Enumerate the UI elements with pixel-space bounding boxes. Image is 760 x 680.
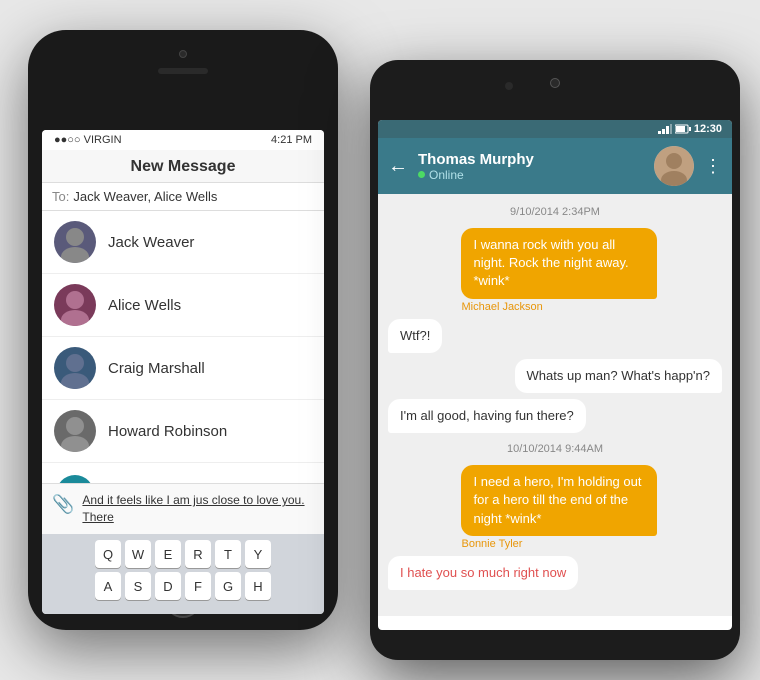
online-dot bbox=[418, 171, 425, 178]
chat-area: 9/10/2014 2:34PM I wanna rock with you a… bbox=[378, 194, 732, 616]
android-camera bbox=[550, 78, 560, 88]
android-status-bar: 12:30 bbox=[378, 120, 732, 138]
contact-item-craig[interactable]: Craig Marshall bbox=[42, 337, 324, 400]
iphone-nav-title: New Message bbox=[42, 150, 324, 183]
chat-date-1: 9/10/2014 2:34PM bbox=[388, 206, 722, 218]
attachment-icon[interactable]: 📎 bbox=[52, 492, 74, 515]
iphone-screen: ●●○○ VIRGIN 4:21 PM New Message To: Jack… bbox=[42, 130, 324, 614]
contact-info: Thomas Murphy Online bbox=[418, 151, 644, 182]
android-screen: 12:30 ← Thomas Murphy Online ⋮ 9/10/2014… bbox=[378, 120, 732, 630]
iphone-camera bbox=[179, 50, 187, 58]
msg-5: I need a hero, I'm holding out for a her… bbox=[461, 465, 722, 550]
key-t[interactable]: T bbox=[215, 540, 241, 568]
msg-bubble-5: I need a hero, I'm holding out for a her… bbox=[461, 465, 656, 536]
msg-bubble-2: Wtf?! bbox=[388, 319, 442, 353]
keyboard-row-2: A S D F G H bbox=[46, 572, 320, 600]
iphone-status-bar: ●●○○ VIRGIN 4:21 PM bbox=[42, 130, 324, 150]
iphone-time: 4:21 PM bbox=[271, 134, 312, 146]
avatar-craig bbox=[54, 347, 96, 389]
keyboard-row-1: Q W E R T Y bbox=[46, 540, 320, 568]
key-h[interactable]: H bbox=[245, 572, 271, 600]
key-g[interactable]: G bbox=[215, 572, 241, 600]
android-contact-status: Online bbox=[418, 168, 644, 182]
chat-date-2: 10/10/2014 9:44AM bbox=[388, 443, 722, 455]
contact-name-alice: Alice Wells bbox=[108, 297, 181, 314]
iphone-device: ●●○○ VIRGIN 4:21 PM New Message To: Jack… bbox=[28, 30, 338, 630]
key-e[interactable]: E bbox=[155, 540, 181, 568]
iphone-carrier: ●●○○ VIRGIN bbox=[54, 134, 122, 146]
contact-item-alice[interactable]: Alice Wells bbox=[42, 274, 324, 337]
keyboard[interactable]: Q W E R T Y A S D F G H bbox=[42, 534, 324, 614]
menu-icon[interactable]: ⋮ bbox=[704, 156, 722, 177]
msg-bubble-1: I wanna rock with you all night. Rock th… bbox=[461, 228, 656, 299]
android-time: 12:30 bbox=[694, 123, 722, 135]
key-w[interactable]: W bbox=[125, 540, 151, 568]
avatar-alice bbox=[54, 284, 96, 326]
android-speaker bbox=[505, 82, 513, 90]
msg-sender-5: Bonnie Tyler bbox=[461, 538, 722, 550]
contact-item-howard[interactable]: Howard Robinson bbox=[42, 400, 324, 463]
key-y[interactable]: Y bbox=[245, 540, 271, 568]
android-avatar bbox=[654, 146, 694, 186]
avatar-howard bbox=[54, 410, 96, 452]
to-value: Jack Weaver, Alice Wells bbox=[73, 189, 217, 204]
contact-list: Jack Weaver Alice Wells Craig Marshall H… bbox=[42, 211, 324, 526]
battery-icon bbox=[675, 124, 691, 134]
iphone-to-bar[interactable]: To: Jack Weaver, Alice Wells bbox=[42, 183, 324, 211]
key-f[interactable]: F bbox=[185, 572, 211, 600]
key-r[interactable]: R bbox=[185, 540, 211, 568]
compose-area[interactable]: 📎 And it feels like I am jus close to lo… bbox=[42, 483, 324, 534]
contact-name-jack: Jack Weaver bbox=[108, 234, 194, 251]
contact-item-jack[interactable]: Jack Weaver bbox=[42, 211, 324, 274]
msg-bubble-3: Whats up man? What's happ'n? bbox=[515, 359, 722, 393]
key-s[interactable]: S bbox=[125, 572, 151, 600]
msg-1: I wanna rock with you all night. Rock th… bbox=[461, 228, 722, 313]
key-q[interactable]: Q bbox=[95, 540, 121, 568]
back-button[interactable]: ← bbox=[388, 155, 408, 178]
android-device: 12:30 ← Thomas Murphy Online ⋮ 9/10/2014… bbox=[370, 60, 740, 660]
msg-bubble-6: I hate you so much right now bbox=[388, 556, 578, 590]
to-label: To: bbox=[52, 189, 69, 204]
contact-name-craig: Craig Marshall bbox=[108, 360, 205, 377]
status-text: Online bbox=[429, 168, 464, 182]
signal-icon bbox=[658, 124, 672, 134]
android-contact-name: Thomas Murphy bbox=[418, 151, 644, 168]
msg-bubble-4: I'm all good, having fun there? bbox=[388, 399, 586, 433]
avatar-jack bbox=[54, 221, 96, 263]
contact-name-howard: Howard Robinson bbox=[108, 423, 227, 440]
key-a[interactable]: A bbox=[95, 572, 121, 600]
nav-title-text: New Message bbox=[131, 158, 236, 175]
android-header: ← Thomas Murphy Online ⋮ bbox=[378, 138, 732, 194]
key-d[interactable]: D bbox=[155, 572, 181, 600]
msg-sender-1: Michael Jackson bbox=[461, 301, 722, 313]
iphone-speaker bbox=[158, 68, 208, 74]
compose-text: And it feels like I am jus close to love… bbox=[82, 492, 314, 526]
android-status-icons: 12:30 bbox=[658, 123, 722, 135]
